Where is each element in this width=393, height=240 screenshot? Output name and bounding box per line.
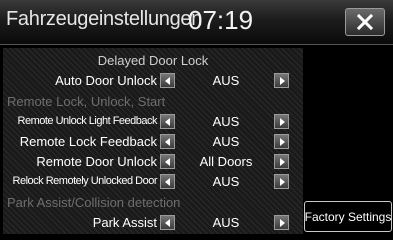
setting-value: AUS — [212, 174, 240, 189]
previous-value-button[interactable] — [160, 154, 175, 169]
next-value-button[interactable] — [274, 114, 289, 129]
setting-value: AUS — [212, 114, 240, 129]
setting-value: AUS — [212, 215, 240, 230]
settings-list: Delayed Door Lock Auto Door Unlock AUS R… — [3, 48, 303, 234]
setting-row-park-assist: Park Assist AUS — [3, 213, 303, 232]
next-value-button[interactable] — [274, 154, 289, 169]
setting-label: Auto Door Unlock — [55, 73, 157, 88]
factory-settings-button[interactable]: Factory Settings — [304, 201, 392, 232]
arrow-left-icon — [165, 178, 170, 186]
previous-value-button[interactable] — [160, 114, 175, 129]
arrow-left-icon — [165, 138, 170, 146]
setting-value: All Doors — [199, 154, 253, 169]
section-label: Park Assist/Collision detection — [7, 195, 181, 210]
setting-row-remote-lock-feedback: Remote Lock Feedback AUS — [3, 132, 303, 151]
setting-row-relock-remotely-unlocked-door: Relock Remotely Unlocked Door AUS — [3, 172, 303, 191]
setting-value: AUS — [212, 73, 240, 88]
arrow-right-icon — [280, 118, 285, 126]
previous-value-button[interactable] — [160, 73, 175, 88]
next-value-button[interactable] — [274, 215, 289, 230]
arrow-left-icon — [165, 118, 170, 126]
setting-label: Park Assist — [92, 215, 157, 230]
arrow-right-icon — [280, 219, 285, 227]
setting-row-remote-door-unlock: Remote Door Unlock All Doors — [3, 152, 303, 171]
arrow-right-icon — [280, 138, 285, 146]
setting-label: Remote Unlock Light Feedback — [17, 115, 158, 127]
arrow-left-icon — [165, 219, 170, 227]
section-park-assist-collision-detection: Park Assist/Collision detection — [3, 193, 303, 212]
arrow-left-icon — [165, 77, 170, 85]
page-title: Fahrzeugeinstellungen — [6, 8, 203, 30]
previous-value-button[interactable] — [160, 215, 175, 230]
close-button[interactable] — [345, 8, 385, 36]
previous-value-button[interactable] — [160, 134, 175, 149]
setting-row-remote-unlock-light-feedback: Remote Unlock Light Feedback AUS — [3, 112, 303, 131]
subsection-delayed-door-lock: Delayed Door Lock — [3, 51, 303, 70]
previous-value-button[interactable] — [160, 174, 175, 189]
arrow-right-icon — [280, 77, 285, 85]
setting-value: AUS — [212, 134, 240, 149]
next-value-button[interactable] — [274, 134, 289, 149]
close-icon — [356, 13, 374, 31]
section-remote-lock-unlock-start: Remote Lock, Unlock, Start — [3, 92, 303, 111]
setting-row-auto-door-unlock: Auto Door Unlock AUS — [3, 71, 303, 90]
clock: 07:19 — [188, 5, 254, 35]
title-bar: Fahrzeugeinstellungen 07:19 — [0, 0, 393, 45]
setting-label: Remote Lock Feedback — [19, 134, 157, 149]
arrow-right-icon — [280, 158, 285, 166]
next-value-button[interactable] — [274, 73, 289, 88]
arrow-right-icon — [280, 178, 285, 186]
subsection-label: Delayed Door Lock — [97, 53, 209, 68]
setting-label: Relock Remotely Unlocked Door — [12, 175, 158, 187]
arrow-left-icon — [165, 158, 170, 166]
section-label: Remote Lock, Unlock, Start — [7, 94, 166, 109]
setting-label: Remote Door Unlock — [36, 154, 157, 169]
next-value-button[interactable] — [274, 174, 289, 189]
